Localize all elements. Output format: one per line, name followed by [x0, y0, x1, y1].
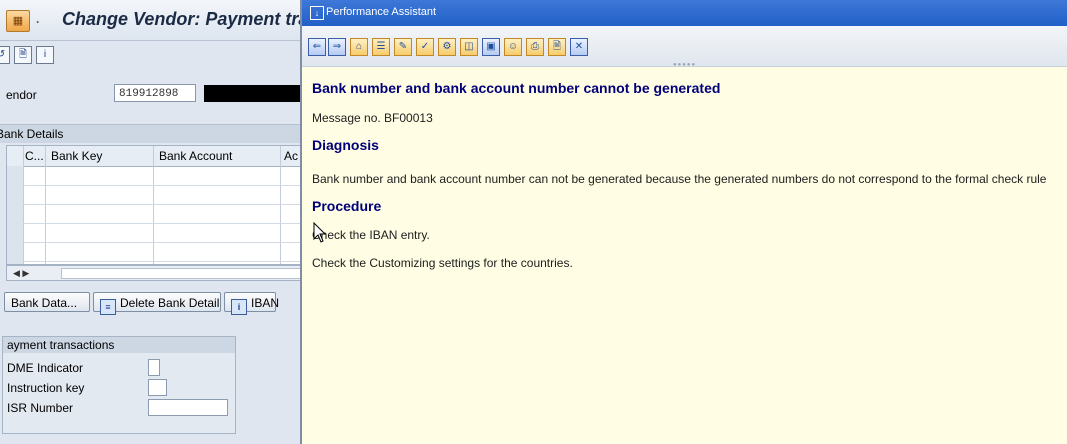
iban-button[interactable]: i IBAN — [224, 292, 280, 315]
edit-icon[interactable]: ✎ — [394, 38, 412, 56]
procedure-title: Procedure — [312, 198, 382, 214]
table-row[interactable] — [23, 204, 300, 224]
table-row[interactable] — [23, 166, 300, 186]
mouse-cursor-icon — [313, 222, 327, 243]
print-icon[interactable]: ⎙ — [526, 38, 544, 56]
dme-indicator-field[interactable] — [148, 359, 160, 376]
sap-screen: ▦ . Change Vendor: Payment tra ↺ 🗎 i end… — [0, 0, 300, 444]
sap-transaction-icon[interactable]: ▦ — [6, 10, 30, 32]
column-header-bank-key[interactable]: Bank Key — [51, 149, 102, 163]
home-icon[interactable]: ⌂ — [350, 38, 368, 56]
vendor-field[interactable]: 819912898 — [114, 84, 196, 102]
highlight-icon[interactable]: ✓ — [416, 38, 434, 56]
info-icon[interactable]: i — [36, 46, 54, 64]
instruction-key-label: Instruction key — [7, 381, 85, 395]
scroll-arrows-icon[interactable]: ◀ ▶ — [13, 266, 29, 280]
forward-arrow-icon[interactable]: ⇒ — [328, 38, 346, 56]
bank-details-group: Bank Details C... Bank Key Bank Account … — [0, 124, 300, 285]
payment-transactions-title: ayment transactions — [3, 337, 235, 353]
bank-data-button[interactable]: Bank Data... — [4, 292, 90, 312]
column-header-country[interactable]: C... — [25, 149, 44, 163]
column-header-account-holder[interactable]: Ac — [284, 149, 298, 163]
page-title: Change Vendor: Payment tra — [62, 9, 300, 29]
delete-bank-detail-button[interactable]: ≡ Delete Bank Detail — [93, 292, 221, 315]
assistant-toolbar: ⇐ ⇒ ⌂ ☰ ✎ ✓ ⚙ ◫ ▣ ☺ ⎙ 🗎 ✕ ●●●●● — [302, 26, 1067, 68]
info-icon: i — [231, 299, 247, 315]
diagnosis-text: Bank number and bank account number can … — [312, 172, 1047, 186]
diagnosis-title: Diagnosis — [312, 137, 379, 153]
help-icon[interactable]: ☺ — [504, 38, 522, 56]
window-icon[interactable]: ◫ — [460, 38, 478, 56]
tree-icon[interactable]: ☰ — [372, 38, 390, 56]
isr-number-label: ISR Number — [7, 401, 74, 415]
vendor-label: endor — [6, 88, 37, 102]
close-icon[interactable]: ✕ — [570, 38, 588, 56]
horizontal-scrollbar[interactable]: ◀ ▶ — [6, 265, 300, 281]
back-arrow-icon[interactable]: ⇐ — [308, 38, 326, 56]
assistant-titlebar: ↓ Performance Assistant — [302, 0, 1067, 26]
message-number: Message no. BF00013 — [312, 111, 433, 125]
dme-indicator-label: DME Indicator — [7, 361, 84, 375]
procedure-line-2: Check the Customizing settings for the c… — [312, 256, 573, 270]
column-header-bank-account[interactable]: Bank Account — [159, 149, 232, 163]
splitter-handle[interactable]: ●●●●● — [673, 62, 696, 68]
redacted-vendor-name — [204, 85, 300, 102]
row-selector-column[interactable] — [7, 166, 24, 264]
document-icon[interactable]: 🗎 — [14, 46, 32, 64]
display-change-icon[interactable]: ↺ — [0, 46, 10, 64]
iban-label: IBAN — [251, 296, 280, 310]
vendor-row: endor 819912898 — [0, 82, 300, 106]
delete-bank-detail-label: Delete Bank Detail — [120, 296, 220, 310]
performance-assistant-window: ↓ Performance Assistant ⇐ ⇒ ⌂ ☰ ✎ ✓ ⚙ ◫ … — [300, 0, 1067, 444]
procedure-line-1: Check the IBAN entry. — [312, 228, 430, 242]
bank-data-label: Bank Data... — [11, 296, 78, 310]
document-icon[interactable]: 🗎 — [548, 38, 566, 56]
instruction-key-field[interactable] — [148, 379, 167, 396]
table-row[interactable] — [23, 185, 300, 205]
sap-titlebar: ▦ . Change Vendor: Payment tra — [0, 0, 300, 41]
bank-details-title: Bank Details — [0, 125, 300, 143]
assistant-window-title: Performance Assistant — [326, 6, 437, 18]
bank-details-table[interactable]: C... Bank Key Bank Account Ac — [6, 145, 300, 265]
isr-number-field[interactable] — [148, 399, 228, 416]
assistant-window-icon: ↓ — [310, 6, 324, 20]
technical-info-icon[interactable]: ⚙ — [438, 38, 456, 56]
table-row[interactable] — [23, 223, 300, 243]
scroll-track[interactable] — [61, 268, 300, 279]
payment-transactions-group: ayment transactions DME Indicator Instru… — [2, 336, 236, 434]
table-row[interactable] — [23, 242, 300, 262]
delete-icon: ≡ — [100, 299, 116, 315]
menu-dot: . — [36, 12, 40, 26]
message-heading: Bank number and bank account number cann… — [312, 80, 721, 96]
screen-icon[interactable]: ▣ — [482, 38, 500, 56]
